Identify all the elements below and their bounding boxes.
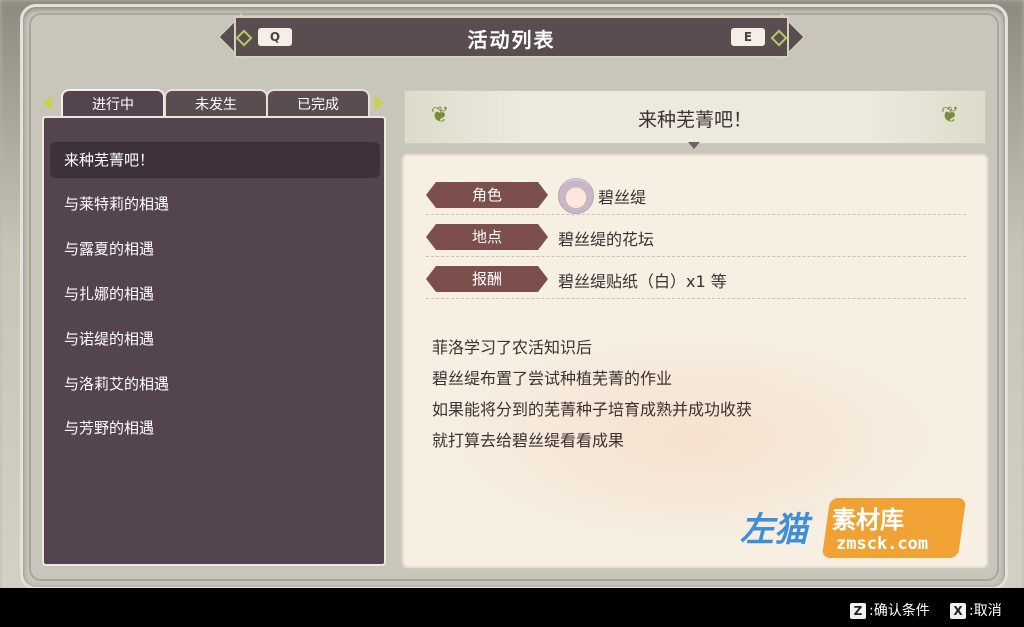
cancel-hint-label: :取消: [969, 603, 1002, 619]
quest-description: 菲洛学习了农活知识后 碧丝缇布置了尝试种植芜菁的作业 如果能将分到的芜菁种子培育…: [432, 332, 932, 456]
tab-not-started[interactable]: 未发生: [164, 89, 268, 119]
reward-row: 报酬 碧丝缇贴纸（白）x1 等: [426, 262, 966, 299]
tab-next-arrow-icon[interactable]: [374, 96, 384, 110]
list-item[interactable]: 与扎娜的相遇: [50, 276, 380, 312]
character-label: 角色: [426, 182, 548, 208]
title-bar: Q E 活动列表: [216, 12, 807, 62]
pointer-icon: [688, 142, 700, 149]
reward-value: 碧丝缇贴纸（白）x1 等: [558, 272, 727, 291]
reward-label: 报酬: [426, 266, 548, 292]
description-line: 如果能将分到的芜菁种子培育成熟并成功收获: [432, 400, 753, 419]
tab-completed[interactable]: 已完成: [266, 89, 370, 119]
list-item[interactable]: 与莱特莉的相遇: [50, 186, 380, 222]
list-item[interactable]: 与诺缇的相遇: [50, 321, 380, 357]
event-list: 来种芜菁吧！ 与莱特莉的相遇 与露夏的相遇 与扎娜的相遇 与诺缇的相遇 与洛莉艾…: [42, 116, 386, 566]
location-value: 碧丝缇的花坛: [558, 230, 655, 249]
location-row: 地点 碧丝缇的花坛: [426, 220, 966, 257]
watermark-logo: 左猫 素材库 zmsck.com: [740, 498, 967, 560]
list-item[interactable]: 与露夏的相遇: [50, 231, 380, 267]
list-item[interactable]: 与芳野的相遇: [50, 410, 380, 446]
description-line: 碧丝缇布置了尝试种植芜菁的作业: [432, 369, 673, 388]
character-row: 角色 碧丝缇: [426, 178, 966, 215]
tab-in-progress[interactable]: 进行中: [61, 89, 165, 119]
list-item[interactable]: 来种芜菁吧！: [50, 142, 380, 178]
watermark-left-text: 左猫: [740, 510, 808, 550]
description-line: 菲洛学习了农活知识后: [432, 338, 593, 357]
cancel-hint[interactable]: X:取消: [950, 600, 1002, 620]
x-key-icon: X: [950, 603, 966, 619]
quest-title: 来种芜菁吧！: [637, 109, 752, 131]
watermark-url: zmsck.com: [836, 534, 929, 554]
character-avatar: [558, 178, 594, 214]
watermark-top-text: 素材库: [832, 506, 904, 534]
description-line: 就打算去给碧丝缇看看成果: [432, 431, 625, 450]
list-item[interactable]: 与洛莉艾的相遇: [50, 366, 380, 402]
location-label: 地点: [426, 224, 548, 250]
quest-header: ❦ ❦ 来种芜菁吧！: [404, 90, 986, 144]
confirm-hint[interactable]: Z:确认条件: [850, 600, 930, 620]
tab-prev-arrow-icon[interactable]: [42, 96, 52, 110]
character-value: 碧丝缇: [598, 188, 647, 207]
confirm-hint-label: :确认条件: [869, 603, 930, 619]
page-title: 活动列表: [467, 28, 556, 52]
z-key-icon: Z: [850, 603, 866, 619]
